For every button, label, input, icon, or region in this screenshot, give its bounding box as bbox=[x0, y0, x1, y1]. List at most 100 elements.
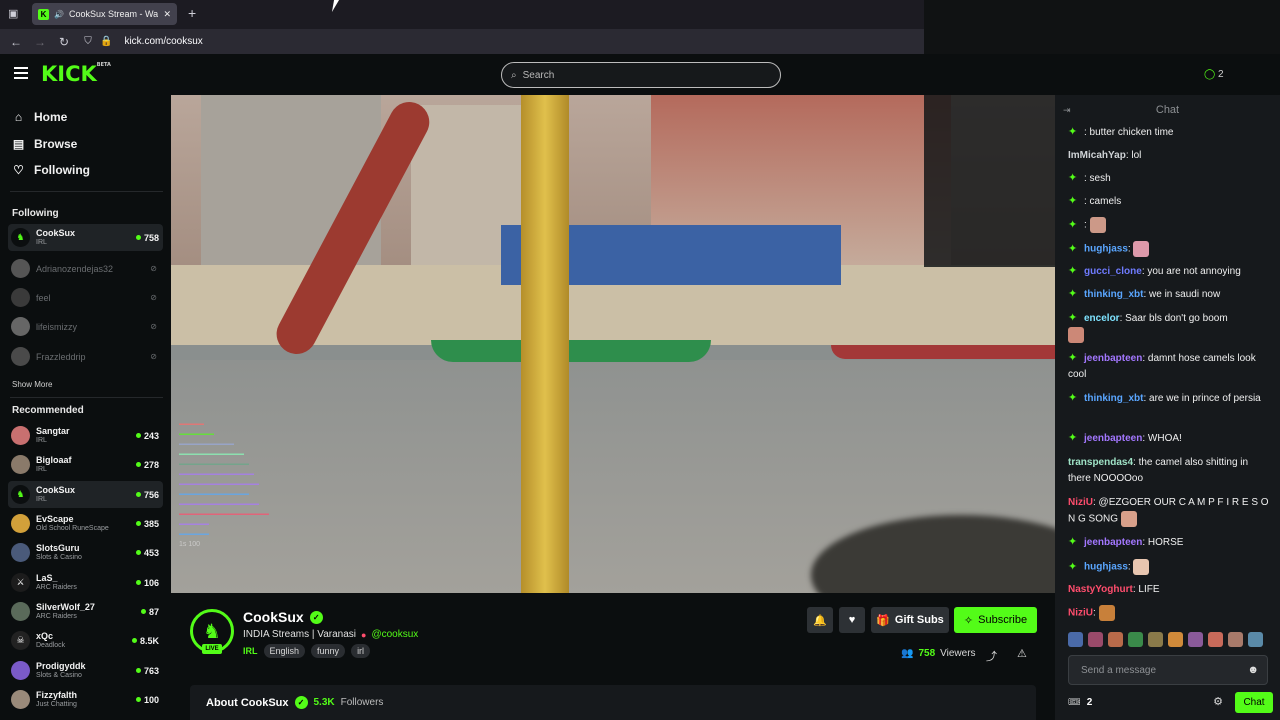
emote-button[interactable] bbox=[1248, 632, 1263, 647]
close-tab-icon[interactable]: ✕ bbox=[163, 9, 171, 20]
sidebar: ⌂ Home ▤ Browse ♡ Following Following ♞ … bbox=[0, 95, 170, 720]
chat-username[interactable]: ImMicahYap bbox=[1068, 150, 1126, 161]
chat-username[interactable]: hughjass bbox=[1084, 562, 1128, 573]
following-channel[interactable]: Adrianozendejas32 ⊘ bbox=[8, 255, 163, 282]
home-icon: ⌂ bbox=[14, 110, 23, 124]
chat-message: ✦: camels bbox=[1068, 194, 1271, 210]
url-field[interactable]: kick.com/cooksux bbox=[124, 36, 202, 47]
emote-button[interactable] bbox=[1208, 632, 1223, 647]
chat-username[interactable]: encelor bbox=[1084, 313, 1120, 324]
emote-button[interactable] bbox=[1148, 632, 1163, 647]
video-overlay-counter: 1s 100 bbox=[179, 541, 201, 548]
emoji-icon[interactable]: ☻ bbox=[1247, 664, 1259, 676]
avatar bbox=[11, 543, 30, 562]
chat-username[interactable]: jeenbapteen bbox=[1084, 433, 1142, 444]
chat-message-input[interactable]: Send a message ☻ bbox=[1068, 655, 1268, 685]
following-channel[interactable]: feel ⊘ bbox=[8, 284, 163, 311]
recommended-channel[interactable]: ♞ CookSux IRL 756 bbox=[8, 481, 163, 508]
send-chat-button[interactable]: Chat bbox=[1235, 692, 1273, 713]
recommended-channel[interactable]: Fizzyfalth Just Chatting 100 bbox=[8, 686, 163, 713]
nav-following[interactable]: ♡ Following bbox=[12, 163, 90, 177]
report-warning-icon[interactable]: ⚠ bbox=[1017, 647, 1027, 660]
gift-subs-button[interactable]: 🎁 Gift Subs bbox=[871, 607, 949, 633]
share-icon[interactable]: ⤴ bbox=[986, 648, 997, 664]
search-input[interactable]: ⌕ Search bbox=[501, 62, 781, 88]
lock-icon[interactable]: 🔒 bbox=[100, 36, 112, 47]
browser-tab[interactable]: K 🔊 CookSux Stream - Watch Li ✕ bbox=[32, 3, 177, 25]
badge-icon: ✦ bbox=[1068, 392, 1078, 404]
emote-button[interactable] bbox=[1228, 632, 1243, 647]
back-icon[interactable]: ← bbox=[4, 35, 28, 49]
gear-icon[interactable]: ⚙ bbox=[1213, 695, 1223, 708]
channel-name: xQc bbox=[36, 630, 54, 641]
chat-username[interactable]: NastyYoghurt bbox=[1068, 584, 1133, 595]
subscribe-button[interactable]: ✧ Subscribe bbox=[954, 607, 1037, 633]
follow-button[interactable]: ♥ bbox=[839, 607, 865, 633]
chat-username[interactable]: hughjass bbox=[1084, 244, 1128, 255]
recommended-channel[interactable]: SilverWolf_27 ARC Raiders 87 bbox=[8, 598, 163, 625]
nav-home[interactable]: ⌂ Home bbox=[12, 110, 67, 124]
video-player[interactable]: ▬▬▬▬▬ ▬▬▬▬▬▬▬ ▬▬▬▬▬▬▬▬▬▬▬ ▬▬▬▬▬▬▬▬▬▬▬▬▬ ▬▬▬▬… bbox=[171, 95, 1055, 593]
emote-button[interactable] bbox=[1088, 632, 1103, 647]
following-channel[interactable]: Frazzleddrip ⊘ bbox=[8, 343, 163, 370]
chat-username[interactable]: jeenbapteen bbox=[1084, 353, 1142, 364]
emote-button[interactable] bbox=[1188, 632, 1203, 647]
avatar bbox=[11, 347, 30, 366]
kick-logo[interactable]: KICKBETA bbox=[41, 62, 111, 86]
stream-category[interactable]: IRL bbox=[243, 646, 258, 656]
show-more-link[interactable]: Show More bbox=[12, 380, 52, 389]
shield-icon[interactable]: ⛉ bbox=[76, 36, 100, 47]
recommended-channel[interactable]: SlotsGuru Slots & Casino 453 bbox=[8, 539, 163, 566]
emote-button[interactable] bbox=[1108, 632, 1123, 647]
channel-category: IRL bbox=[36, 465, 47, 473]
emote-button[interactable] bbox=[1068, 632, 1083, 647]
chat-username[interactable]: thinking_xbt bbox=[1084, 393, 1143, 404]
recommended-channel[interactable]: Sangtar IRL 243 bbox=[8, 422, 163, 449]
tag[interactable]: funny bbox=[311, 644, 346, 658]
streamer-name[interactable]: CookSux bbox=[243, 609, 304, 625]
channel-category: Old School RuneScape bbox=[36, 524, 109, 532]
emote-button[interactable] bbox=[1168, 632, 1183, 647]
channel-name: EvScape bbox=[36, 513, 74, 524]
recommended-channel[interactable]: Bigloaaf IRL 278 bbox=[8, 451, 163, 478]
chat-username[interactable]: NiziU bbox=[1068, 497, 1093, 508]
recommended-channel[interactable]: ⚔ LaS_ ARC Raiders 106 bbox=[8, 569, 163, 596]
tag[interactable]: English bbox=[263, 644, 306, 658]
badge-icon: ✦ bbox=[1068, 312, 1078, 324]
chat-username[interactable]: gucci_clone bbox=[1084, 266, 1142, 277]
following-section-label: Following bbox=[12, 208, 59, 219]
chat-message: NiziU: @EZGOER OUR C A M P F I R E S O N… bbox=[1068, 495, 1271, 528]
tab-list-icon[interactable]: ▣ bbox=[8, 7, 18, 20]
channel-category: IRL bbox=[36, 238, 47, 246]
recommended-channel[interactable]: ☠ xQc Deadlock 8.5K bbox=[8, 627, 163, 654]
tag[interactable]: irl bbox=[351, 644, 371, 658]
channel-name: feel bbox=[36, 292, 51, 303]
nav-browse[interactable]: ▤ Browse bbox=[12, 137, 78, 151]
recommended-channel[interactable]: Prodigyddk Slots & Casino 763 bbox=[8, 657, 163, 684]
new-tab-icon[interactable]: + bbox=[188, 5, 196, 21]
followers-label: Followers bbox=[340, 697, 384, 708]
recommended-channel[interactable]: EvScape Old School RuneScape 385 bbox=[8, 510, 163, 537]
emote-button[interactable] bbox=[1128, 632, 1143, 647]
points-icon[interactable]: 🎟 bbox=[1068, 697, 1081, 708]
badge-icon: ✦ bbox=[1068, 432, 1078, 444]
channel-category: IRL bbox=[36, 495, 47, 503]
speaker-icon[interactable]: 🔊 bbox=[54, 10, 64, 19]
following-channel[interactable]: ♞ CookSux IRL 758 bbox=[8, 224, 163, 251]
channel-name: Sangtar bbox=[36, 425, 70, 436]
badge-icon: ✦ bbox=[1068, 265, 1078, 277]
chat-text: : are we in prince of persia bbox=[1143, 393, 1261, 404]
chat-username[interactable]: NiziU bbox=[1068, 608, 1093, 619]
notification-bell-button[interactable]: 🔔 bbox=[807, 607, 833, 633]
forward-icon[interactable]: → bbox=[28, 35, 52, 49]
chat-username[interactable]: jeenbapteen bbox=[1084, 537, 1142, 548]
streamer-handle[interactable]: @cooksux bbox=[371, 629, 418, 640]
live-dot-icon bbox=[135, 433, 141, 438]
menu-icon[interactable] bbox=[14, 67, 28, 79]
following-channel[interactable]: lifeismizzy ⊘ bbox=[8, 313, 163, 340]
viewer-count: 758 bbox=[135, 233, 159, 243]
chat-username[interactable]: thinking_xbt bbox=[1084, 289, 1143, 300]
viewer-count-row: 👥 758 Viewers bbox=[901, 648, 976, 659]
reload-icon[interactable]: ↻ bbox=[52, 35, 76, 49]
chat-username[interactable]: transpendas4 bbox=[1068, 457, 1133, 468]
